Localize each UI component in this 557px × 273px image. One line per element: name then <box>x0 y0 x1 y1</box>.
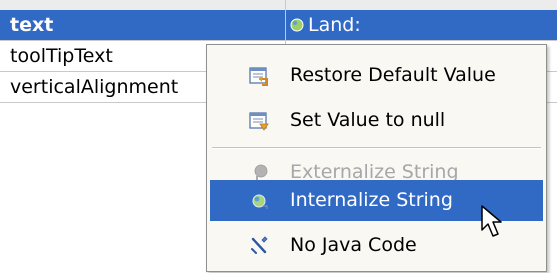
menu-item-set-value-to-null[interactable]: Set Value to null <box>210 100 543 141</box>
restore-default-icon <box>249 67 268 86</box>
menu-item-label: Internalize String <box>290 189 453 211</box>
property-value[interactable]: Land: <box>290 10 361 40</box>
property-row-text[interactable]: text Land: <box>0 10 557 41</box>
globe-icon <box>290 18 304 32</box>
menu-item-label: No Java Code <box>290 234 417 256</box>
menu-separator <box>212 147 541 149</box>
no-java-code-icon <box>251 236 268 254</box>
property-name: verticalAlignment <box>10 76 179 98</box>
menu-item-restore-default-value[interactable]: Restore Default Value <box>210 55 543 96</box>
property-name: text <box>10 14 54 36</box>
set-null-icon <box>249 112 269 131</box>
menu-item-label: Restore Default Value <box>290 64 496 86</box>
property-value-text: Land: <box>308 14 361 36</box>
mouse-pointer-icon <box>481 205 502 237</box>
internalize-string-icon <box>252 194 268 209</box>
property-name: toolTipText <box>10 45 113 67</box>
menu-item-label: Set Value to null <box>290 109 446 131</box>
